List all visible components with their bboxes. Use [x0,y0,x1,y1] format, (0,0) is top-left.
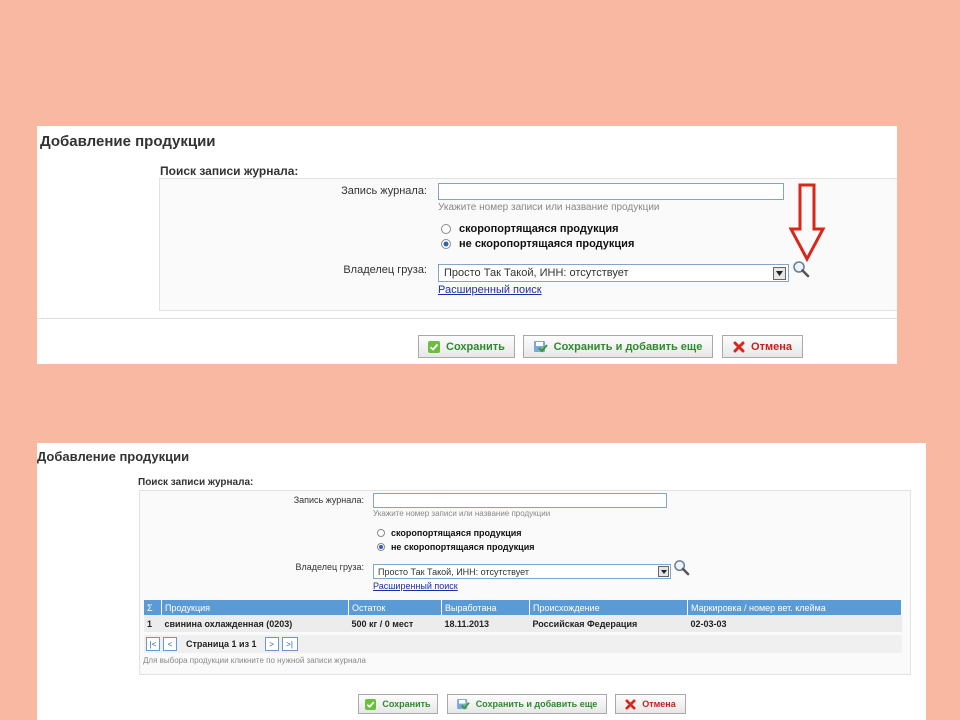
journal-table: Σ Продукция Остаток Выработана Происхожд… [144,600,902,632]
radio-nonperishable-circle[interactable] [377,543,385,551]
red-x-icon [733,341,745,353]
search-section-title: Поиск записи журнала: [160,164,299,178]
pager-first-button[interactable]: |< [146,637,160,651]
radio-perishable[interactable]: скоропортящаяся продукция [441,223,619,235]
pager-last-button[interactable]: >| [281,637,298,651]
search-section-title: Поиск записи журнала: [138,477,254,488]
save-button[interactable]: Сохранить [358,694,438,714]
record-label: Запись журнала: [341,185,427,197]
save-add-button-label: Сохранить и добавить еще [553,340,703,353]
save-add-icon [456,698,470,710]
pager-page-text: Страница 1 из 1 [186,639,257,649]
radio-nonperishable-label: не скоропортящаяся продукция [391,542,535,552]
dropdown-arrow-icon[interactable] [658,566,669,577]
radio-nonperishable[interactable]: не скоропортящаяся продукция [377,542,534,552]
owner-select[interactable]: Просто Так Такой, ИНН: отсутствует [373,564,671,579]
record-hint: Укажите номер записи или название продук… [438,202,660,213]
column-header-product[interactable]: Продукция [161,600,349,615]
dialog-add-product-1: Добавление продукции Поиск записи журнал… [37,126,897,364]
record-hint: Укажите номер записи или название продук… [373,509,551,518]
magnifier-icon[interactable] [673,559,690,581]
dialog-title: Добавление продукции [37,449,190,464]
table-header-row: Σ Продукция Остаток Выработана Происхожд… [144,600,902,615]
owner-select-value: Просто Так Такой, ИНН: отсутствует [378,566,529,577]
pager: |< < Страница 1 из 1 > >| [144,635,902,653]
table-row[interactable]: 1 свинина охлажденная (0203) 500 кг / 0 … [144,615,902,632]
dialog-title: Добавление продукции [40,133,216,150]
owner-select-value: Просто Так Такой, ИНН: отсутствует [444,267,629,279]
radio-nonperishable[interactable]: .panel .radio.checked::after{width:5px;h… [441,238,634,250]
advanced-search-link[interactable]: Расширенный поиск [438,284,542,296]
cancel-button-label: Отмена [751,340,792,353]
cancel-button-label: Отмена [642,699,676,709]
dropdown-arrow-icon[interactable] [773,266,786,280]
column-header-marking[interactable]: Маркировка / номер вет. клейма [687,600,902,615]
radio-nonperishable-circle[interactable]: .panel .radio.checked::after{width:5px;h… [441,239,451,249]
owner-select[interactable]: Просто Так Такой, ИНН: отсутствует [438,264,789,282]
radio-perishable-label: скоропортящаяся продукция [391,528,522,538]
radio-perishable-circle[interactable] [441,224,451,234]
cell-product: свинина охлажденная (0203) [161,615,349,632]
save-add-button[interactable]: Сохранить и добавить еще [523,335,713,358]
save-add-button[interactable]: Сохранить и добавить еще [447,694,607,714]
owner-label: Владелец груза: [295,562,364,572]
divider [37,318,897,319]
cell-marking: 02-03-03 [687,615,902,632]
green-check-icon [428,340,441,353]
row-number: 1 [144,615,162,632]
column-header-sum: Σ [144,600,162,615]
cancel-button[interactable]: Отмена [722,335,803,358]
record-label: Запись журнала: [293,495,364,505]
save-add-button-label: Сохранить и добавить еще [475,699,598,709]
cell-origin: Российская Федерация [529,615,688,632]
selection-hint: Для выбора продукции кликните по нужной … [143,656,366,665]
save-button[interactable]: Сохранить [418,335,515,358]
column-header-produced[interactable]: Выработана [441,600,530,615]
radio-nonperishable-label: не скоропортящаяся продукция [459,238,635,250]
advanced-search-link[interactable]: Расширенный поиск [373,581,458,591]
save-add-icon [533,340,548,353]
radio-perishable-circle[interactable] [377,529,385,537]
pager-next-button[interactable]: > [264,637,279,651]
record-input[interactable] [438,183,784,200]
owner-label: Владелец груза: [343,264,427,276]
radio-perishable[interactable]: скоропортящаяся продукция [377,528,522,538]
red-x-icon [625,698,636,710]
save-button-label: Сохранить [382,699,431,709]
green-check-icon [365,698,377,710]
dialog-add-product-2: Добавление продукции Поиск записи журнал… [37,443,926,720]
cell-produced: 18.11.2013 [441,615,530,632]
radio-perishable-label: скоропортящаяся продукция [459,223,619,235]
column-header-origin[interactable]: Происхождение [529,600,688,615]
red-down-arrow-icon [788,183,826,268]
save-button-label: Сохранить [446,340,505,353]
pager-prev-button[interactable]: < [163,637,177,651]
cancel-button[interactable]: Отмена [615,694,686,714]
cell-remainder: 500 кг / 0 мест [348,615,442,632]
record-input[interactable] [373,493,667,508]
column-header-remainder[interactable]: Остаток [348,600,442,615]
